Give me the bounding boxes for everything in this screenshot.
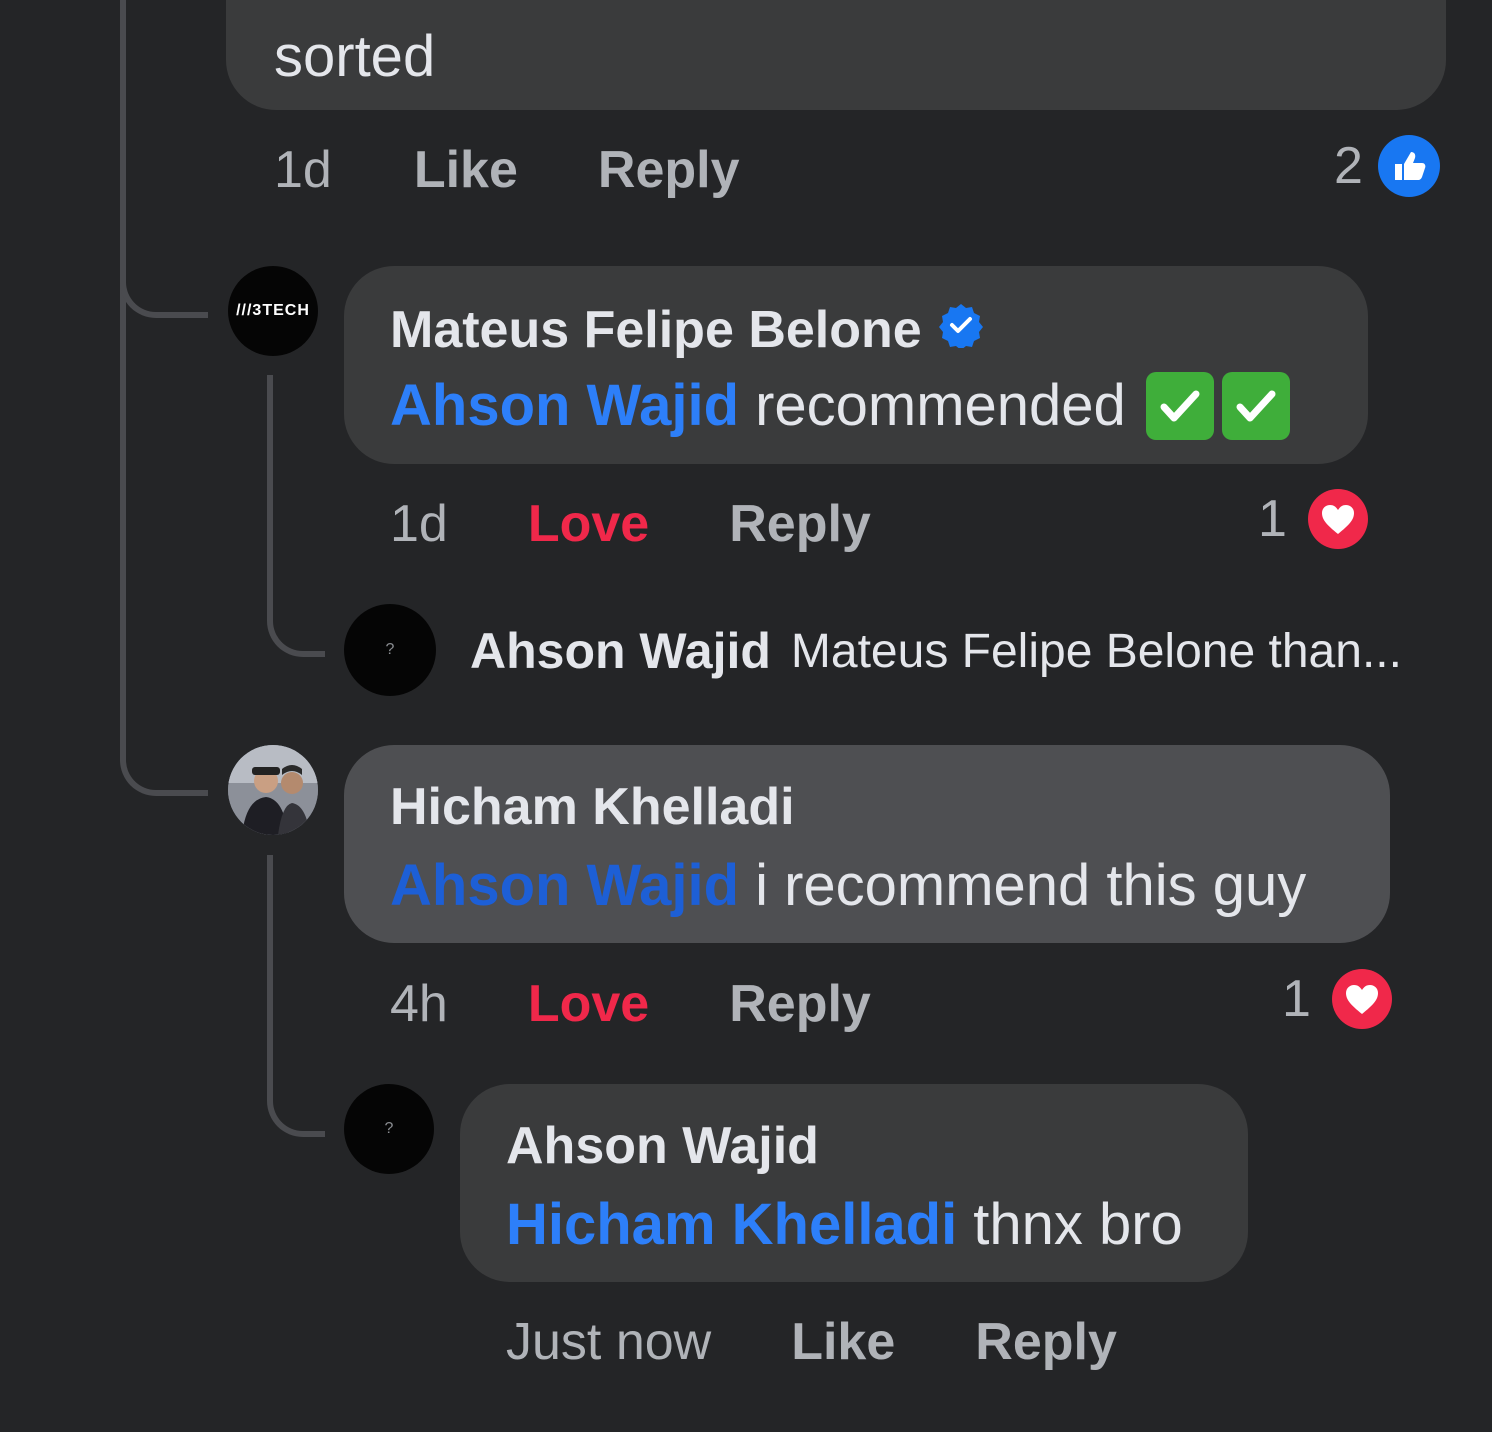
check-mark-button-icon [1221, 372, 1290, 440]
reply-preview-text: Mateus Felipe Belone than... [790, 624, 1402, 678]
avatar-mateus[interactable]: ///3TECH [228, 266, 318, 356]
heart-icon [1307, 488, 1369, 550]
reaction-summary-hicham[interactable]: 1 [1282, 968, 1393, 1030]
like-icon [1377, 134, 1441, 198]
comment-bubble-mateus[interactable]: Mateus Felipe Belone Ahson Wajid recomme… [344, 266, 1368, 464]
avatar-hicham[interactable] [228, 745, 318, 835]
mention-link[interactable]: Hicham Khelladi [506, 1196, 957, 1254]
comment-author[interactable]: Hicham Khelladi [390, 781, 795, 833]
comment-text: sorted [274, 24, 436, 89]
comment-meta-hicham: 4h Love Reply [390, 974, 871, 1034]
comment-body: Hicham Khelladi thnx bro [506, 1196, 1183, 1254]
comment-bubble-ahson[interactable]: Ahson Wajid Hicham Khelladi thnx bro [460, 1084, 1248, 1282]
love-button[interactable]: Love [528, 494, 649, 554]
reply-author[interactable]: Ahson Wajid [470, 622, 771, 680]
comment-meta-top: 1d Like Reply [274, 140, 740, 200]
comment-text: thnx bro [973, 1192, 1183, 1257]
like-button[interactable]: Like [791, 1312, 895, 1372]
mention-link[interactable]: Ahson Wajid [390, 857, 739, 915]
reply-button[interactable]: Reply [729, 974, 871, 1034]
avatar-placeholder: ? [385, 641, 395, 658]
reaction-summary-top[interactable]: 2 [1334, 134, 1441, 198]
comment-author[interactable]: Mateus Felipe Belone [390, 302, 984, 357]
mention-link[interactable]: Ahson Wajid [390, 377, 739, 435]
heart-icon [1331, 968, 1393, 1030]
comment-meta-mateus: 1d Love Reply [390, 494, 871, 554]
avatar-ahson-collapsed[interactable]: ? [344, 604, 436, 696]
comment-text: i recommend this guy [755, 853, 1307, 918]
comment-meta-ahson: Just now Like Reply [506, 1312, 1117, 1372]
avatar-ahson[interactable]: ? [344, 1084, 434, 1174]
profile-photo-icon [228, 745, 318, 835]
collapsed-reply-preview[interactable]: Ahson Wajid Mateus Felipe Belone than... [470, 622, 1402, 680]
reaction-count: 2 [1334, 137, 1363, 195]
like-button[interactable]: Like [414, 140, 518, 200]
thread-connector-mateus-reply [267, 375, 325, 657]
comment-bubble-hicham[interactable]: Hicham Khelladi Ahson Wajid i recommend … [344, 745, 1390, 943]
thread-connector-outer [120, 0, 208, 796]
timestamp: 1d [274, 141, 332, 199]
comment-thread: sorted 1d Like Reply 2 ///3TECH Mateus F… [0, 0, 1492, 1432]
author-name[interactable]: Mateus Felipe Belone [390, 304, 922, 356]
verified-badge-icon [938, 302, 984, 357]
comment-body: Ahson Wajid recommended [390, 372, 1290, 440]
thread-branch-mateus [120, 240, 208, 318]
comment-author[interactable]: Ahson Wajid [506, 1120, 819, 1172]
timestamp: Just now [506, 1313, 712, 1371]
check-mark-button-icon [1145, 372, 1214, 440]
reply-button[interactable]: Reply [975, 1312, 1117, 1372]
timestamp: 4h [390, 975, 448, 1033]
reaction-summary-mateus[interactable]: 1 [1258, 488, 1369, 550]
timestamp: 1d [390, 495, 448, 553]
comment-body: Ahson Wajid i recommend this guy [390, 857, 1306, 915]
reply-button[interactable]: Reply [598, 140, 740, 200]
avatar-logo-text: ///3TECH [236, 302, 310, 319]
love-button[interactable]: Love [528, 974, 649, 1034]
reaction-count: 1 [1282, 970, 1311, 1028]
reaction-count: 1 [1258, 490, 1287, 548]
reply-button[interactable]: Reply [729, 494, 871, 554]
comment-text: recommended [755, 373, 1126, 438]
comment-bubble-top[interactable]: sorted [226, 0, 1446, 110]
avatar-placeholder: ? [384, 1120, 394, 1137]
thread-connector-hicham-reply [267, 855, 325, 1137]
